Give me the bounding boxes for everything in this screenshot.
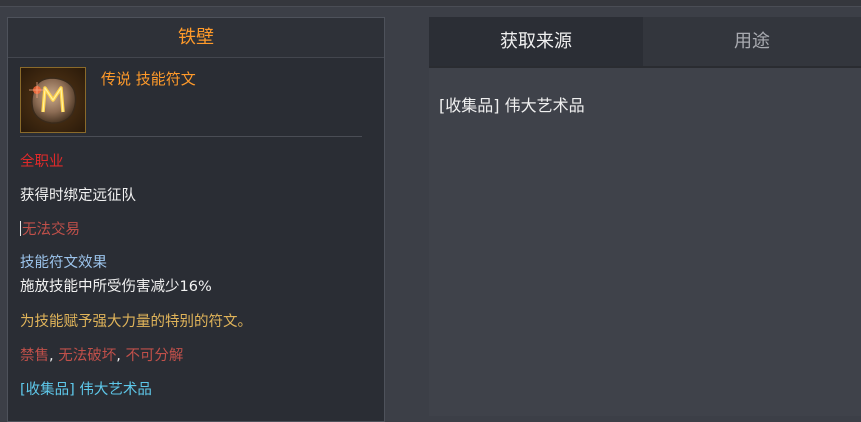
item-header: 传说 技能符文 bbox=[8, 58, 384, 138]
restrictions: 禁售, 无法破坏, 不可分解 bbox=[20, 344, 183, 365]
restriction-sep: , bbox=[116, 348, 121, 364]
bind-info: 获得时绑定远征队 bbox=[20, 188, 136, 204]
flavor-text: 为技能赋予强大力量的特别的符文。 bbox=[20, 314, 252, 330]
text-cursor bbox=[20, 221, 21, 236]
source-list-item[interactable]: [收集品] 伟大艺术品 bbox=[439, 92, 585, 116]
source-panel bbox=[429, 68, 861, 416]
item-grade: 传说 技能符文 bbox=[101, 70, 196, 88]
restriction-no-destroy: 无法破坏 bbox=[58, 348, 117, 364]
header-divider bbox=[20, 136, 362, 137]
class-requirement: 全职业 bbox=[20, 154, 64, 170]
tab-usage[interactable]: 用途 bbox=[643, 17, 861, 67]
top-bar bbox=[0, 0, 861, 7]
info-tabs: 获取来源 用途 bbox=[429, 17, 861, 67]
restriction-no-sale: 禁售 bbox=[20, 348, 49, 364]
trade-info: 无法交易 bbox=[20, 218, 80, 239]
rune-icon bbox=[20, 67, 86, 133]
trade-text: 无法交易 bbox=[22, 222, 80, 238]
item-name: 铁壁 bbox=[8, 18, 384, 58]
effect-title: 技能符文效果 bbox=[20, 255, 107, 271]
item-tooltip: 铁壁 传说 技能符文 全职业 获得时绑定远征队 无法交易 技能符文效果 施放技能… bbox=[7, 17, 385, 422]
tooltip-source: [收集品] 伟大艺术品 bbox=[20, 382, 152, 398]
effect-description: 施放技能中所受伤害减少16% bbox=[20, 279, 212, 295]
restriction-no-dismantle: 不可分解 bbox=[125, 348, 184, 364]
tab-acquisition-source[interactable]: 获取来源 bbox=[429, 17, 643, 67]
restriction-sep: , bbox=[49, 348, 54, 364]
